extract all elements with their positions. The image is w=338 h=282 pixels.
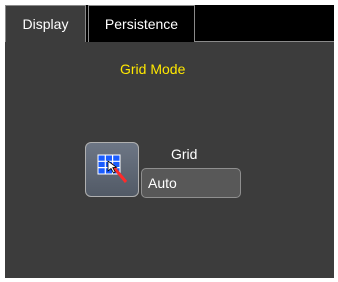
grid-label: Grid: [171, 146, 198, 162]
tab-display[interactable]: Display: [5, 5, 86, 42]
grid-mode-heading: Grid Mode: [120, 61, 186, 77]
tab-persistence-label: Persistence: [104, 16, 179, 32]
tab-persistence[interactable]: Persistence: [88, 5, 195, 42]
tab-display-label: Display: [22, 16, 69, 32]
display-tab-content: Grid Mode Grid Auto: [5, 42, 334, 278]
display-dialog: Display Persistence Grid Mode Grid Auto: [0, 0, 338, 282]
grid-mode-icon: [97, 154, 128, 183]
grid-mode-button[interactable]: [85, 142, 139, 197]
grid-select-value: Auto: [148, 175, 177, 191]
dialog-panel: Display Persistence Grid Mode Grid Auto: [5, 5, 334, 278]
grid-select[interactable]: Auto: [141, 168, 241, 198]
